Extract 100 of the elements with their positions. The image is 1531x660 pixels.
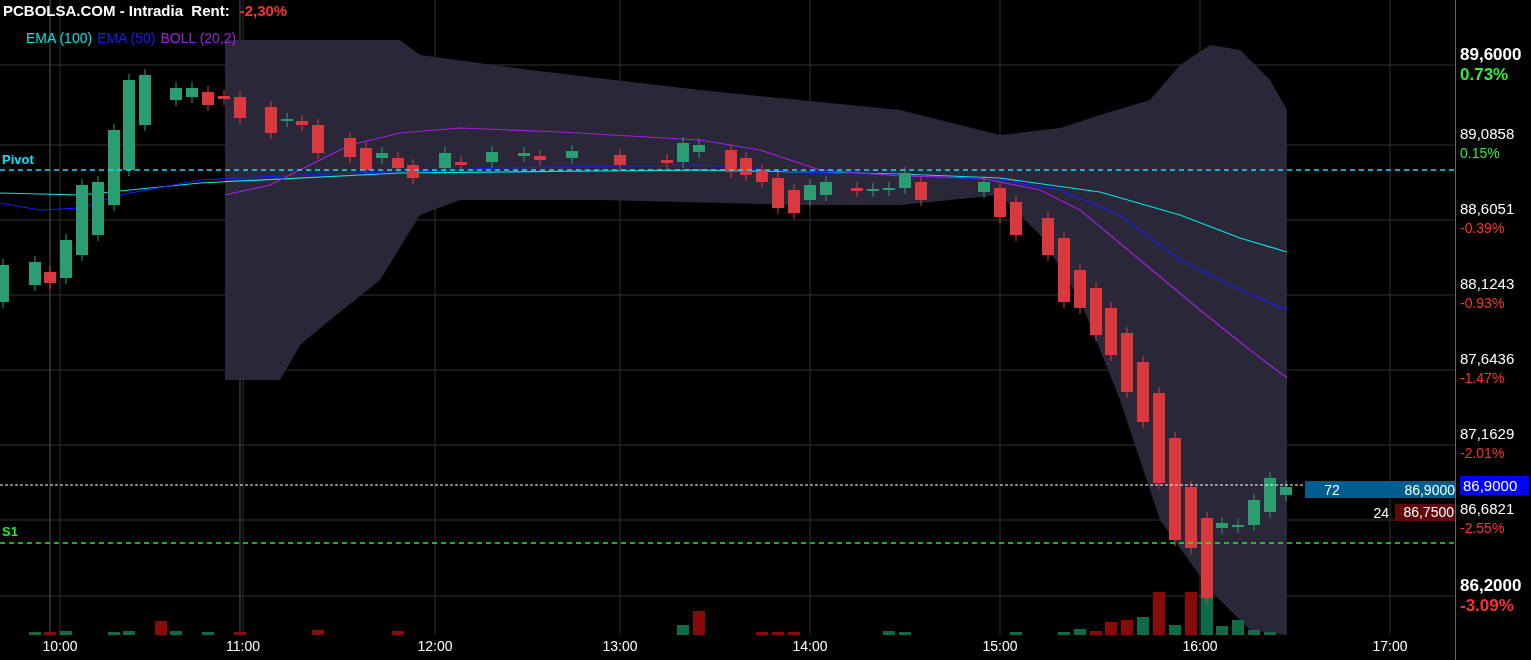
candlestick <box>788 183 800 220</box>
candlestick <box>978 175 990 199</box>
volume-bar <box>1232 620 1244 635</box>
volume-bar <box>1074 629 1086 635</box>
candlestick <box>1280 480 1292 502</box>
percent-label: -0.39% <box>1460 220 1505 236</box>
time-label: 11:00 <box>226 638 260 654</box>
candlestick <box>29 255 41 292</box>
candlestick <box>92 175 104 242</box>
candlestick <box>693 138 705 159</box>
candlestick <box>820 175 832 202</box>
time-label: 12:00 <box>417 638 453 654</box>
time-label: 15:00 <box>982 638 1018 654</box>
volume-bar <box>1185 592 1197 635</box>
volume-bar <box>788 632 800 635</box>
volume-bar <box>44 632 56 635</box>
candlestick <box>915 175 927 207</box>
percent-label: -2.55% <box>1460 520 1505 536</box>
candlestick <box>1248 493 1260 532</box>
volume-bar <box>1216 626 1228 635</box>
candlestick <box>218 89 230 106</box>
candlestick <box>407 158 419 185</box>
volume-bar <box>29 632 41 635</box>
candlestick <box>1010 195 1022 242</box>
volume-bar <box>1121 620 1133 635</box>
order-quantity: 72 <box>1323 481 1341 498</box>
volume-bar <box>108 632 120 635</box>
candlestick <box>1264 471 1276 519</box>
price-label: 88,1243 <box>1460 275 1515 292</box>
candlestick <box>139 68 151 132</box>
volume-bar <box>392 631 404 635</box>
volume-bar <box>155 621 167 635</box>
time-label: 13:00 <box>602 638 638 654</box>
candlestick <box>44 265 56 290</box>
level-label: Pivot <box>2 152 34 167</box>
volume-bar <box>1090 631 1102 635</box>
candlestick <box>899 166 911 195</box>
candlestick <box>376 146 388 165</box>
candlestick <box>994 181 1006 224</box>
chart-title: PCBOLSA.COM - Intradia Rent: <box>3 2 230 19</box>
candlestick <box>851 181 863 198</box>
price-label: 88,6051 <box>1460 200 1515 217</box>
candlestick <box>614 148 626 172</box>
order-price: 86,9000 <box>1403 481 1455 498</box>
percent-label: -1.47% <box>1460 370 1505 386</box>
candlestick <box>566 144 578 165</box>
candlestick <box>1042 211 1054 262</box>
candlestick <box>534 149 546 167</box>
price-label: 87,6436 <box>1460 350 1515 367</box>
candlestick <box>486 145 498 169</box>
candlestick <box>1216 516 1228 535</box>
candlestick <box>392 151 404 175</box>
volume-bar <box>883 631 895 635</box>
indicator-label: EMA (100) <box>26 30 93 46</box>
percent-label: -0.93% <box>1460 295 1505 311</box>
volume-bar <box>1137 617 1149 635</box>
volume-bar <box>1153 592 1165 635</box>
volume-bar <box>1058 632 1070 635</box>
percent-label: -2.01% <box>1460 445 1505 461</box>
candlestick <box>360 141 372 177</box>
order-price: 86,7500 <box>1395 504 1455 521</box>
candlestick <box>867 182 879 198</box>
candlestick <box>661 153 673 170</box>
candlestick <box>883 181 895 197</box>
candlestick <box>455 155 467 172</box>
percent-label: 0.73% <box>1460 65 1509 85</box>
candlestick <box>281 112 293 128</box>
volume-bar <box>1169 625 1181 635</box>
current-price-tag: 86,9000 <box>1460 476 1529 495</box>
candlestick <box>518 146 530 163</box>
volume-bar <box>677 625 689 635</box>
volume-bar <box>899 632 911 635</box>
time-label: 14:00 <box>792 638 828 654</box>
candlestick <box>756 163 768 189</box>
candlestick <box>740 151 752 182</box>
price-label: 86,2000 <box>1460 576 1522 596</box>
volume-bar <box>234 632 246 635</box>
indicator-label: BOLL (20,2) <box>160 30 237 46</box>
candlestick <box>186 81 198 104</box>
time-label: 17:00 <box>1372 638 1408 654</box>
candlestick <box>1090 281 1102 342</box>
volume-bar <box>60 631 72 635</box>
volume-bar <box>1264 632 1276 635</box>
candlestick <box>202 85 214 112</box>
price-label: 89,6000 <box>1460 45 1522 65</box>
volume-bar <box>312 630 324 635</box>
volume-bar <box>170 631 182 635</box>
price-label: 86,6821 <box>1460 500 1515 517</box>
return-value: -2,30% <box>239 2 288 19</box>
time-label: 16:00 <box>1182 638 1218 654</box>
candlestick <box>1232 518 1244 534</box>
candlestick <box>772 171 784 215</box>
candlestick <box>439 146 451 175</box>
candlestick <box>804 178 816 207</box>
candlestick <box>265 100 277 140</box>
candlestick <box>1074 263 1086 315</box>
volume-bar <box>756 632 768 635</box>
volume-bar <box>693 611 705 635</box>
volume-bar <box>1248 630 1260 635</box>
candlestick <box>725 143 737 179</box>
